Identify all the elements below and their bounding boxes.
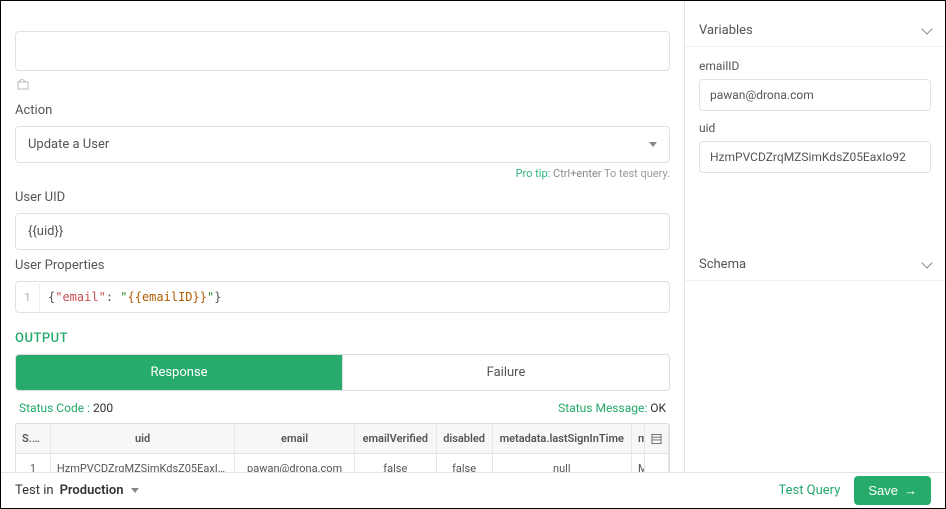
variables-section-toggle[interactable]: Variables: [685, 15, 945, 47]
header-placeholder: [15, 11, 670, 31]
side-panel: Variables emailID pawan@drona.com uid Hz…: [685, 1, 945, 472]
row-expand-icon[interactable]: {}: [645, 454, 669, 472]
table-settings-icon[interactable]: [645, 424, 669, 453]
chevron-down-icon: [131, 488, 139, 493]
footer: Test in Production Test Query Save →: [1, 472, 945, 508]
col-emailverified: emailVerified: [355, 424, 437, 453]
chevron-down-icon: [649, 142, 657, 147]
table-row: 1 HzmPVCDZrqMZSimKdsZ05EaxIo92 pawan@dro…: [16, 454, 669, 472]
output-tabs: Response Failure: [15, 354, 670, 391]
var-emailid-label: emailID: [699, 59, 931, 73]
col-created: metadata.crea: [632, 424, 645, 453]
tab-failure[interactable]: Failure: [342, 355, 669, 390]
status-row: Status Code : 200 Status Message: OK: [15, 391, 670, 423]
var-emailid-input[interactable]: pawan@drona.com: [699, 79, 931, 111]
chevron-down-icon: [921, 257, 932, 268]
name-input[interactable]: [15, 31, 670, 71]
col-email: email: [235, 424, 355, 453]
output-title: OUTPUT: [15, 331, 670, 346]
user-uid-input[interactable]: {{uid}}: [15, 213, 670, 250]
tab-response[interactable]: Response: [16, 355, 342, 390]
user-props-label: User Properties: [15, 258, 670, 273]
col-disabled: disabled: [437, 424, 493, 453]
response-table: S.No uid email emailVerified disabled me…: [15, 423, 670, 472]
variables-body: emailID pawan@drona.com uid HzmPVCDZrqMZ…: [685, 47, 945, 189]
attachment-icon: [17, 79, 670, 95]
pro-tip: Pro tip: Ctrl+enter To test query.: [15, 167, 670, 180]
env-selector[interactable]: Test in Production: [15, 483, 139, 498]
var-uid-input[interactable]: HzmPVCDZrqMZSimKdsZ05EaxIo92: [699, 141, 931, 173]
action-value: Update a User: [28, 137, 109, 152]
schema-section-toggle[interactable]: Schema: [685, 249, 945, 281]
col-uid: uid: [51, 424, 235, 453]
user-uid-label: User UID: [15, 190, 670, 205]
user-props-editor[interactable]: 1 {"email": "{{emailID}}"}: [15, 281, 670, 313]
col-sno: S.No: [16, 424, 51, 453]
col-lastsignin: metadata.lastSignInTime: [493, 424, 633, 453]
test-query-button[interactable]: Test Query: [778, 483, 840, 498]
var-uid-label: uid: [699, 121, 931, 135]
action-label: Action: [15, 103, 670, 118]
save-button[interactable]: Save →: [854, 476, 931, 505]
action-select[interactable]: Update a User: [15, 126, 670, 163]
chevron-down-icon: [921, 23, 932, 34]
arrow-right-icon: →: [904, 483, 917, 498]
query-builder-panel: Action Update a User Pro tip: Ctrl+enter…: [1, 1, 685, 472]
